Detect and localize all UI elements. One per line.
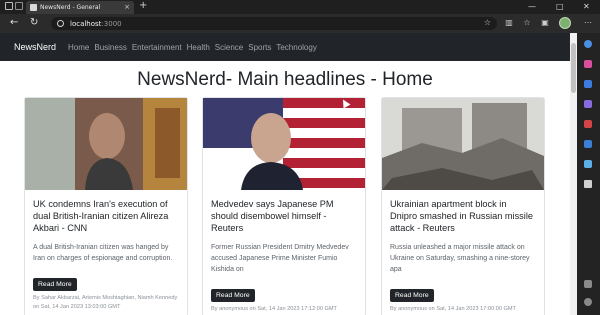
page-title: NewsNerd- Main headlines - Home: [137, 69, 433, 90]
nav-link-health[interactable]: Health: [187, 43, 210, 52]
minimize-icon[interactable]: —: [528, 2, 536, 11]
nav-link-science[interactable]: Science: [215, 43, 243, 52]
news-image: [25, 98, 187, 190]
collections-icon[interactable]: ▣: [540, 18, 550, 28]
news-card: Ukrainian apartment block in Dnipro smas…: [381, 97, 545, 315]
tab-actions-icon[interactable]: [15, 2, 23, 10]
tools-icon[interactable]: [584, 80, 592, 88]
address-bar[interactable]: localhost :3000 ☆: [51, 17, 497, 30]
browser-tab[interactable]: NewsNerd - General ×: [26, 1, 134, 14]
site-navbar: NewsNerd Home Business Entertainment Hea…: [0, 33, 570, 61]
browser-sidebar: [577, 33, 600, 315]
nav-link-sports[interactable]: Sports: [248, 43, 271, 52]
workspaces-icon[interactable]: [5, 2, 13, 10]
url-host: localhost: [70, 19, 102, 28]
card-meta: By anonymous on Sat, 14 Jan 2023 17:00:0…: [390, 306, 516, 312]
tab-title: NewsNerd - General: [40, 4, 101, 11]
news-card: Medvedev says Japanese PM should disembo…: [202, 97, 366, 315]
refresh-icon[interactable]: ↻: [30, 17, 38, 28]
close-window-icon[interactable]: ✕: [583, 2, 590, 11]
nav-link-technology[interactable]: Technology: [276, 43, 316, 52]
nav-link-entertainment[interactable]: Entertainment: [132, 43, 182, 52]
card-description: Russia unleashed a major missile attack …: [390, 244, 530, 273]
news-image: [203, 98, 365, 190]
card-description: A dual British-Iranian citizen was hange…: [33, 244, 173, 262]
outlook-icon[interactable]: [584, 140, 592, 148]
scrollbar-thumb[interactable]: [571, 43, 576, 93]
browser-toolbar: ← ↻ localhost :3000 ☆ ▥ ☆ ▣ ⋯: [0, 14, 600, 33]
maximize-icon[interactable]: □: [556, 2, 564, 11]
site-info-icon[interactable]: [57, 20, 64, 27]
close-tab-icon[interactable]: ×: [124, 3, 130, 11]
search-icon[interactable]: [584, 40, 592, 48]
new-tab-icon[interactable]: +: [139, 0, 147, 11]
profile-avatar[interactable]: [559, 17, 571, 29]
tab-favicon-icon: [30, 4, 37, 11]
card-meta: By anonymous on Sat, 14 Jan 2023 17:12:0…: [211, 306, 337, 312]
games-icon[interactable]: [584, 100, 592, 108]
settings-gear-icon[interactable]: [584, 298, 592, 306]
back-icon[interactable]: ←: [10, 17, 18, 28]
card-title: Ukrainian apartment block in Dnipro smas…: [390, 199, 533, 233]
read-more-button[interactable]: Read More: [33, 278, 77, 291]
card-title: UK condemns Iran's execution of dual Bri…: [33, 199, 169, 233]
card-title: Medvedev says Japanese PM should disembo…: [211, 199, 334, 233]
brand-link[interactable]: NewsNerd: [14, 42, 56, 52]
add-app-icon[interactable]: [584, 180, 592, 188]
telegram-icon[interactable]: [584, 160, 592, 168]
nav-link-home[interactable]: Home: [68, 43, 89, 52]
card-description: Former Russian President Dmitry Medvedev…: [211, 244, 349, 273]
nav-link-business[interactable]: Business: [94, 43, 126, 52]
more-options-icon[interactable]: ⋯: [583, 18, 593, 28]
sidebar-toggle-icon[interactable]: [584, 280, 592, 288]
page-scrollbar[interactable]: [570, 33, 577, 315]
page-viewport: NewsNerd Home Business Entertainment Hea…: [0, 33, 577, 315]
read-more-button[interactable]: Read More: [390, 289, 434, 302]
favorites-icon[interactable]: ☆: [522, 18, 532, 28]
url-port: :3000: [101, 19, 122, 28]
split-screen-icon[interactable]: ▥: [504, 18, 514, 28]
shopping-icon[interactable]: [584, 60, 592, 68]
read-more-button[interactable]: Read More: [211, 289, 255, 302]
browser-tabstrip: NewsNerd - General × + — □ ✕: [0, 0, 600, 14]
favorite-star-icon[interactable]: ☆: [484, 18, 491, 27]
news-image: [382, 98, 544, 190]
office-icon[interactable]: [584, 120, 592, 128]
card-meta: By Sahar Akbarzai, Artemis Moshtaghian, …: [33, 295, 178, 310]
news-card: UK condemns Iran's execution of dual Bri…: [24, 97, 188, 315]
